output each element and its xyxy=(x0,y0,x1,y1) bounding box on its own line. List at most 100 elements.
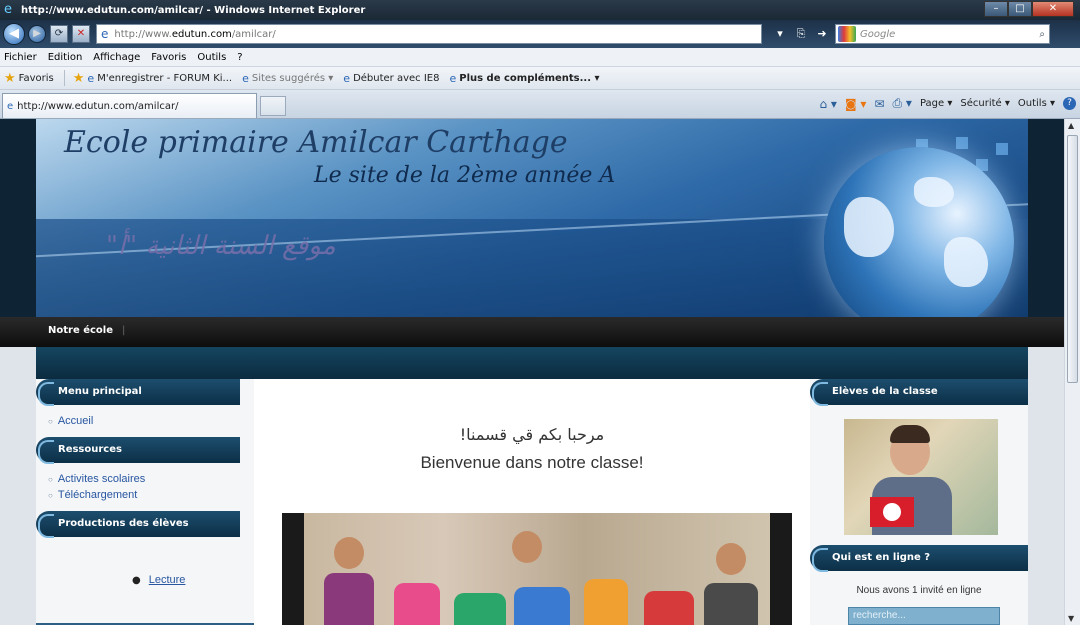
mail-icon[interactable]: ✉ xyxy=(874,97,884,111)
tab-current[interactable]: e http://www.edutun.com/amilcar/ xyxy=(2,93,257,118)
security-menu[interactable]: Sécurité ▾ xyxy=(960,98,1010,109)
right-sidebar: Elèves de la classe Qui est en ligne ? N… xyxy=(810,379,1028,625)
bullet-icon: ○ xyxy=(48,475,53,484)
vertical-scrollbar[interactable]: ▲ ▼ xyxy=(1064,119,1080,625)
child-figure xyxy=(514,587,570,625)
refresh-icon[interactable]: ⟳ xyxy=(50,25,68,43)
url-input[interactable]: e http://www. edutun.com/amilcar/ xyxy=(96,24,762,44)
star-icon: ★ xyxy=(4,70,16,86)
print-icon[interactable]: ⎙ ▾ xyxy=(893,96,912,111)
menu-fichier[interactable]: Fichier xyxy=(4,52,37,63)
module-ressources: Ressources xyxy=(36,437,240,464)
new-tab-button[interactable] xyxy=(260,96,286,116)
dropdown-icon[interactable]: ▾ xyxy=(771,25,789,43)
link-activites-scolaires[interactable]: ○ Activites scolaires xyxy=(48,473,254,485)
module-productions: Productions des élèves xyxy=(36,511,240,538)
nav-separator: | xyxy=(122,325,126,336)
globe-image xyxy=(824,147,1014,317)
module-online-wrapper: Qui est en ligne ? xyxy=(810,545,1028,572)
child-head xyxy=(334,537,364,569)
site-banner: Ecole primaire Amilcar Carthage Le site … xyxy=(36,119,1028,317)
favorite-item-label: Plus de compléments... ▾ xyxy=(459,72,600,84)
pupil-photo[interactable] xyxy=(844,419,998,535)
tunisia-flag-icon xyxy=(870,497,914,527)
separator xyxy=(63,70,65,86)
command-bar: ⌂ ▾ ◙ ▾ ✉ ⎙ ▾ Page ▾ Sécurité ▾ Outils ▾… xyxy=(812,96,1076,111)
child-figure xyxy=(644,591,694,625)
favorite-item-label: Débuter avec IE8 xyxy=(353,72,440,84)
site-search-input[interactable]: recherche... xyxy=(848,607,1000,625)
class-photo xyxy=(282,513,792,625)
page-menu[interactable]: Page ▾ xyxy=(920,98,952,109)
scroll-thumb[interactable] xyxy=(1067,135,1078,383)
pixel-decoration xyxy=(956,137,968,149)
address-tools: ▾ ⎘ ➜ xyxy=(768,25,831,43)
site-arabic-title: موقع السنة الثانية "أ" xyxy=(106,231,336,261)
favorite-item-suggested[interactable]: e Sites suggérés ▾ xyxy=(242,72,333,85)
close-button[interactable]: ✕ xyxy=(1032,1,1074,17)
google-logo-icon xyxy=(838,26,856,42)
nav-notre-ecole[interactable]: Notre école xyxy=(48,325,113,336)
page-icon: e xyxy=(7,100,14,112)
globe-land xyxy=(914,177,954,207)
child-figure xyxy=(584,579,628,625)
stop-icon[interactable]: ✕ xyxy=(72,25,90,43)
maximize-button[interactable]: □ xyxy=(1008,1,1032,17)
welcome-arabic: مرحبا بكم قي قسمنا! xyxy=(459,425,605,444)
link-accueil[interactable]: ○ Accueil xyxy=(48,415,254,427)
child-figure xyxy=(454,593,506,625)
tools-menu[interactable]: Outils ▾ xyxy=(1018,98,1055,109)
go-arrow-icon[interactable]: ➜ xyxy=(813,25,831,43)
menu-affichage[interactable]: Affichage xyxy=(93,52,140,63)
link-label: Téléchargement xyxy=(57,489,138,501)
window-title: http://www.edutun.com/amilcar/ - Windows… xyxy=(21,4,366,16)
compatibility-icon[interactable]: ⎘ xyxy=(792,25,810,43)
menu-favoris[interactable]: Favoris xyxy=(151,52,186,63)
suggested-sites-icon: e xyxy=(242,71,249,85)
search-placeholder: Google xyxy=(860,28,896,40)
search-input[interactable]: Google ⌕ xyxy=(835,24,1050,44)
favorite-item-addons[interactable]: e Plus de compléments... ▾ xyxy=(449,72,599,85)
bullet-icon: ● xyxy=(132,575,141,586)
pixel-decoration xyxy=(996,143,1008,155)
page-icon: e xyxy=(87,71,95,85)
child-figure xyxy=(704,583,758,625)
module-eleves: Elèves de la classe xyxy=(810,379,1028,406)
menu-outils[interactable]: Outils xyxy=(197,52,226,63)
minimize-button[interactable]: – xyxy=(984,1,1008,17)
online-count-text: Nous avons 1 invité en ligne xyxy=(856,585,982,596)
help-icon[interactable]: ? xyxy=(1063,97,1076,110)
link-lecture[interactable]: Lecture xyxy=(149,574,186,586)
window-controls: – □ ✕ xyxy=(984,1,1074,17)
link-label: Accueil xyxy=(57,415,94,427)
favorites-button[interactable]: ★ Favoris xyxy=(4,71,54,86)
menu-help[interactable]: ? xyxy=(237,52,242,63)
sub-header-bar xyxy=(36,347,1028,379)
menu-edition[interactable]: Edition xyxy=(48,52,83,63)
child-head xyxy=(716,543,746,575)
productions-list: ● Lecture xyxy=(36,537,254,586)
ressources-list: ○ Activites scolaires ○ Téléchargement xyxy=(36,463,254,511)
rss-icon[interactable]: ◙ ▾ xyxy=(845,97,866,111)
child-head xyxy=(512,531,542,563)
site-title: Ecole primaire Amilcar Carthage xyxy=(64,125,568,160)
page-icon: e xyxy=(343,71,351,85)
menu-bar: Fichier Edition Affichage Favoris Outils… xyxy=(0,48,1080,67)
globe-land xyxy=(844,197,894,257)
favorite-item-ie8[interactable]: e Débuter avec IE8 xyxy=(343,72,439,85)
favorite-item-label: Sites suggérés ▾ xyxy=(251,72,334,84)
back-arrow-icon[interactable]: ◀ xyxy=(3,23,25,45)
favorites-label: Favoris xyxy=(18,72,54,84)
favorite-item-forum[interactable]: ★ e M'enregistrer - FORUM Ki... xyxy=(73,71,232,86)
home-icon[interactable]: ⌂ ▾ xyxy=(820,97,837,111)
site-subtitle: Le site de la 2ème année A xyxy=(314,163,616,188)
bullet-icon: ○ xyxy=(48,491,53,500)
page-icon: e xyxy=(449,71,457,85)
scroll-down-icon[interactable]: ▼ xyxy=(1068,614,1074,623)
forward-arrow-icon[interactable]: ▶ xyxy=(28,25,46,43)
link-telechargement[interactable]: ○ Téléchargement xyxy=(48,489,254,501)
left-sidebar: Menu principal ○ Accueil Ressources ○ Acti… xyxy=(36,379,254,625)
search-icon[interactable]: ⌕ xyxy=(1039,29,1045,40)
tab-title: http://www.edutun.com/amilcar/ xyxy=(17,100,179,112)
scroll-up-icon[interactable]: ▲ xyxy=(1068,121,1074,130)
